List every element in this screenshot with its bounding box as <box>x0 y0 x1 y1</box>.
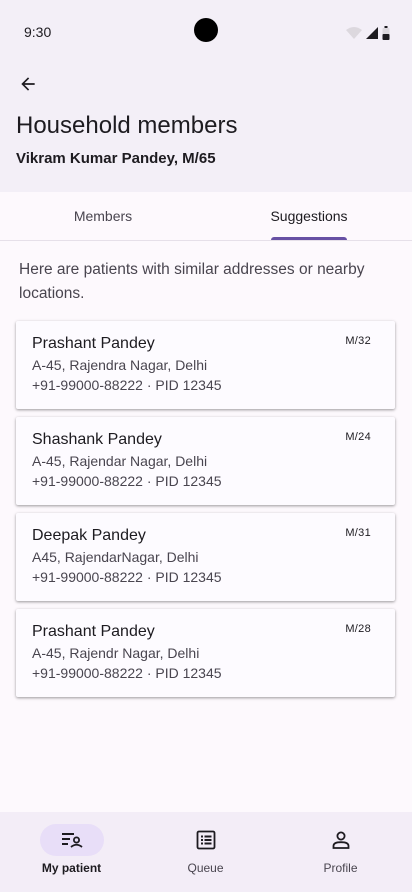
nav-label: Queue <box>187 861 224 875</box>
nav-icon-container <box>309 824 373 856</box>
camera-cutout <box>194 18 218 42</box>
tab-active-indicator <box>271 237 347 240</box>
suggestion-card[interactable]: Shashank Pandey M/24 A-45, Rajendar Naga… <box>16 417 395 505</box>
nav-label: My patient <box>41 861 102 875</box>
suggestion-card[interactable]: Prashant Pandey M/28 A-45, Rajendr Nagar… <box>16 609 395 697</box>
queue-icon <box>196 830 215 850</box>
suggestion-card[interactable]: Deepak Pandey M/31 A45, RajendarNagar, D… <box>16 513 395 601</box>
nav-my-patient[interactable]: My patient <box>3 812 140 892</box>
patient-address: A-45, Rajendar Nagar, Delhi <box>32 453 208 469</box>
back-button[interactable] <box>12 68 44 100</box>
page-title: Household members <box>16 112 238 139</box>
nav-active-indicator <box>39 824 104 856</box>
status-bar: 9:30 <box>0 0 412 64</box>
person-icon <box>332 831 349 849</box>
nav-profile[interactable]: Profile <box>272 812 409 892</box>
patient-subtitle: Vikram Kumar Pandey, M/65 <box>16 150 216 167</box>
nav-queue[interactable]: Queue <box>137 812 274 892</box>
patient-gender-age: M/32 <box>345 335 371 347</box>
patient-contact: +91-99000-88222 · PID 12345 <box>32 569 222 585</box>
patient-address: A45, RajendarNagar, Delhi <box>32 549 199 565</box>
patient-contact: +91-99000-88222 · PID 12345 <box>32 473 222 489</box>
patient-contact: +91-99000-88222 · PID 12345 <box>32 377 222 393</box>
suggestion-card[interactable]: Prashant Pandey M/32 A-45, Rajendra Naga… <box>16 321 395 409</box>
patient-gender-age: M/24 <box>345 431 371 443</box>
tab-suggestions[interactable]: Suggestions <box>206 192 412 240</box>
patient-name: Shashank Pandey <box>32 431 162 448</box>
patient-list-icon <box>61 833 83 848</box>
tab-members[interactable]: Members <box>0 192 206 240</box>
patient-address: A-45, Rajendr Nagar, Delhi <box>32 645 200 661</box>
nav-label: Profile <box>323 861 358 875</box>
patient-address: A-45, Rajendra Nagar, Delhi <box>32 357 208 373</box>
tab-bar: Members Suggestions <box>0 192 412 241</box>
patient-contact: +91-99000-88222 · PID 12345 <box>32 665 222 681</box>
patient-name: Prashant Pandey <box>32 623 155 640</box>
patient-name: Prashant Pandey <box>32 335 155 352</box>
bottom-navigation: My patient Queue Profile <box>0 812 412 892</box>
status-icons <box>346 26 390 40</box>
wifi-icon <box>346 27 362 39</box>
app-header: Household members Vikram Kumar Pandey, M… <box>0 64 412 192</box>
battery-icon <box>382 26 390 40</box>
signal-icon <box>366 27 378 39</box>
patient-gender-age: M/28 <box>345 623 371 635</box>
arrow-back-icon <box>21 77 35 91</box>
patient-name: Deepak Pandey <box>32 527 146 544</box>
suggestions-intro: Here are patients with similar addresses… <box>19 261 365 302</box>
status-time: 9:30 <box>24 24 52 40</box>
patient-gender-age: M/31 <box>345 527 371 539</box>
nav-icon-container <box>174 824 238 856</box>
